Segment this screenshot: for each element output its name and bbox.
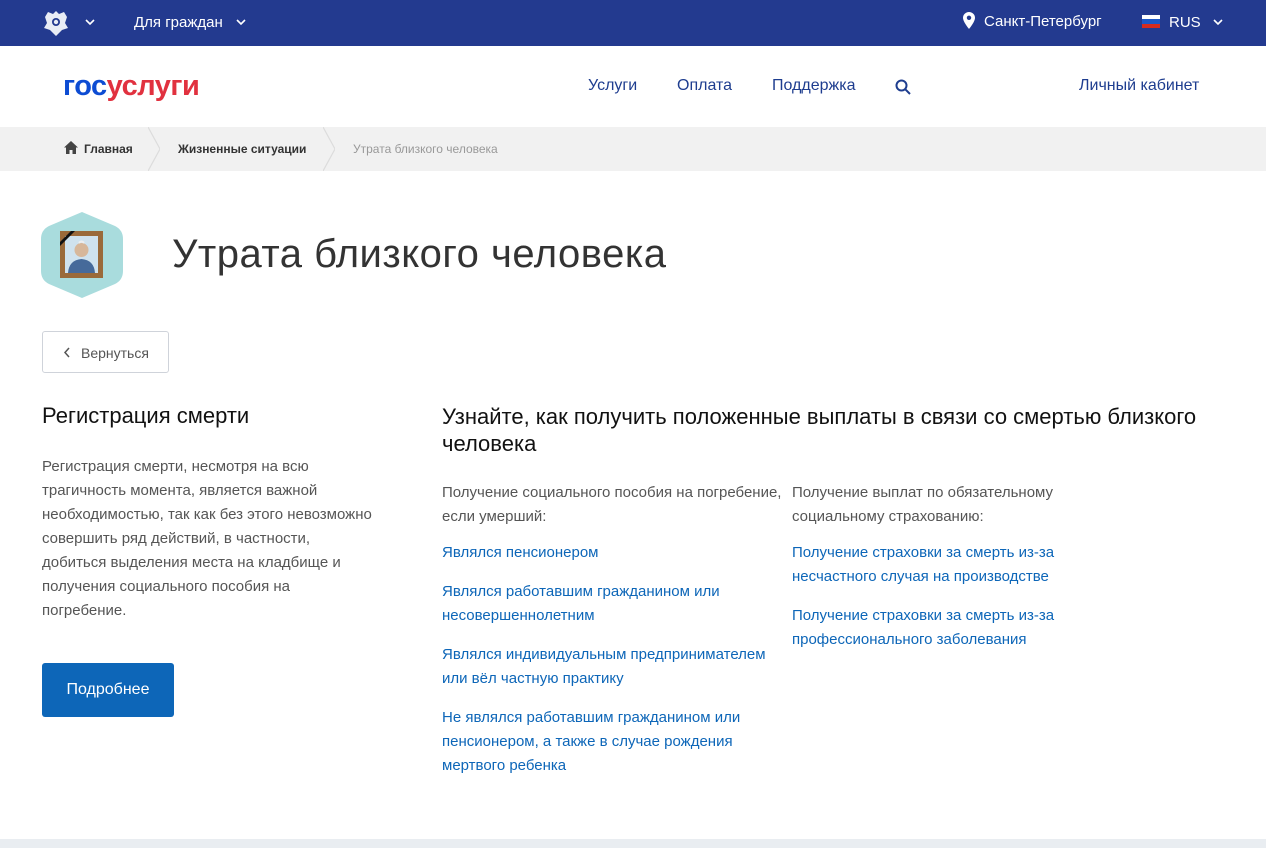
logo-part-uslugi: услуги (106, 70, 200, 102)
payments-title: Узнайте, как получить положенные выплаты… (442, 404, 1197, 456)
death-registration-title: Регистрация смерти (42, 403, 250, 428)
breadcrumb: Главная Жизненные ситуации Утрата близко… (0, 127, 1266, 171)
home-icon[interactable] (64, 141, 78, 154)
insurance-column: Получение выплат по обязательному социал… (792, 481, 1132, 667)
link-industrial-accident[interactable]: Получение страховки за смерть из-за несч… (792, 541, 1132, 589)
chevron-down-icon[interactable] (1212, 16, 1224, 28)
flag-icon (1142, 15, 1160, 28)
chevron-down-icon[interactable] (235, 16, 247, 28)
burial-allowance-column: Получение социального пособия на погребе… (442, 481, 782, 793)
language-selector[interactable]: RUS (1169, 14, 1201, 31)
nav-services[interactable]: Услуги (588, 77, 637, 95)
top-bar: Для граждан Санкт-Петербург RUS (0, 0, 1266, 46)
back-button[interactable]: Вернуться (42, 331, 169, 373)
insurance-intro: Получение выплат по обязательному социал… (792, 484, 1054, 525)
link-pensioner[interactable]: Являлся пенсионером (442, 541, 782, 565)
portrait-icon (41, 212, 123, 298)
breadcrumb-home[interactable]: Главная (84, 142, 133, 156)
link-occupational-disease[interactable]: Получение страховки за смерть из-за проф… (792, 604, 1132, 652)
personal-account-link[interactable]: Личный кабинет (1079, 77, 1199, 95)
footer-strip (0, 839, 1266, 848)
breadcrumb-separator (148, 127, 160, 171)
breadcrumb-current: Утрата близкого человека (353, 142, 498, 156)
page-title: Утрата близкого человека (172, 232, 667, 276)
breadcrumb-life-situations[interactable]: Жизненные ситуации (178, 142, 306, 156)
link-employed-or-minor[interactable]: Являлся работавшим гражданином или несов… (442, 580, 782, 628)
search-icon[interactable] (895, 79, 911, 95)
back-button-label: Вернуться (81, 345, 149, 361)
site-header: госуслуги Услуги Оплата Поддержка Личный… (0, 46, 1266, 127)
nav-payment[interactable]: Оплата (677, 77, 732, 95)
link-entrepreneur[interactable]: Являлся индивидуальным предпринимателем … (442, 643, 782, 691)
chevron-left-icon (63, 347, 70, 358)
link-unemployed-or-stillborn[interactable]: Не являлся работавшим гражданином или пе… (442, 706, 782, 778)
breadcrumb-separator (323, 127, 335, 171)
burial-allowance-intro: Получение социального пособия на погребе… (442, 484, 782, 525)
more-button[interactable]: Подробнее (42, 663, 174, 717)
emblem-icon[interactable] (42, 8, 70, 38)
for-citizens-menu[interactable]: Для граждан (134, 14, 223, 31)
city-selector[interactable]: Санкт-Петербург (984, 13, 1102, 30)
death-registration-description: Регистрация смерти, несмотря на всю траг… (42, 458, 372, 619)
logo-part-gos: гос (63, 70, 107, 102)
gosuslugi-logo[interactable]: госуслуги (63, 70, 200, 103)
chevron-down-icon[interactable] (84, 16, 96, 28)
nav-support[interactable]: Поддержка (772, 77, 855, 95)
location-icon (963, 12, 975, 29)
